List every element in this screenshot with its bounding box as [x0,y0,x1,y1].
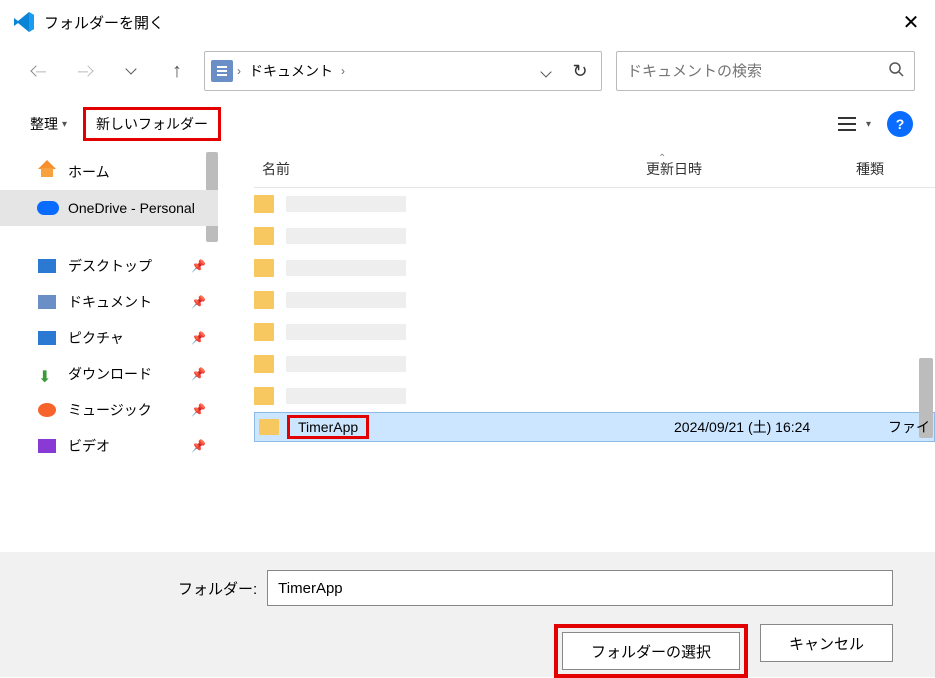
pin-icon: 📌 [191,295,206,309]
refresh-button[interactable]: ↻ [565,61,595,82]
folder-icon [254,387,274,405]
folder-name-input[interactable] [267,570,893,606]
main-area: ホーム OneDrive - Personal デスクトップ 📌 ドキュメント … [0,150,935,552]
column-type[interactable]: 種類 [856,159,935,179]
pin-icon: 📌 [191,439,206,453]
select-folder-button[interactable]: フォルダーの選択 [562,632,740,670]
organize-button[interactable]: 整理 ▾ [22,108,75,140]
folder-icon [254,323,274,341]
help-button[interactable]: ? [887,111,913,137]
sidebar-label: デスクトップ [68,256,152,276]
sidebar-item-desktop[interactable]: デスクトップ 📌 [0,248,218,284]
pictures-icon [38,331,56,345]
music-icon [38,403,56,417]
downloads-icon: ⬇ [38,367,56,381]
new-folder-button[interactable]: 新しいフォルダー [83,107,221,141]
window-title: フォルダーを開く [44,12,164,33]
file-row[interactable] [254,316,935,348]
column-date[interactable]: 更新日時 [646,159,856,179]
sidebar-item-downloads[interactable]: ⬇ ダウンロード 📌 [0,356,218,392]
cancel-button[interactable]: キャンセル [760,624,893,662]
sidebar-item-home[interactable]: ホーム [0,154,218,190]
folder-icon [259,419,279,435]
navbar: ─ ─ ↑ › ドキュメント › ↻ [0,44,935,98]
sidebar-item-pictures[interactable]: ピクチャ 📌 [0,320,218,356]
chevron-right-icon: › [237,64,241,78]
file-list: ⌃ 名前 更新日時 種類 TimerApp 2024/09/21 (土) 16:… [218,150,935,552]
sidebar-item-videos[interactable]: ビデオ 📌 [0,428,218,464]
file-row[interactable] [254,380,935,412]
folder-label: フォルダー: [178,578,257,599]
sidebar-item-documents[interactable]: ドキュメント 📌 [0,284,218,320]
chevron-right-icon: › [341,64,345,78]
file-row-selected[interactable]: TimerApp 2024/09/21 (土) 16:24 ファイ [254,412,935,442]
search-input[interactable] [627,63,888,80]
file-name: TimerApp [298,419,358,435]
document-icon [211,60,233,82]
sidebar-label: ピクチャ [68,328,124,348]
footer: フォルダー: フォルダーの選択 キャンセル [0,552,935,677]
sidebar-item-music[interactable]: ミュージック 📌 [0,392,218,428]
pin-icon: 📌 [191,367,206,381]
onedrive-icon [37,201,59,215]
folder-icon [254,195,274,213]
folder-icon [254,227,274,245]
pin-icon: 📌 [191,403,206,417]
column-name[interactable]: 名前 [254,159,646,179]
file-list-body: TimerApp 2024/09/21 (土) 16:24 ファイ [254,188,935,508]
document-icon [38,295,56,309]
sidebar-label: ミュージック [68,400,152,420]
file-list-header: 名前 更新日時 種類 [254,150,935,188]
sidebar: ホーム OneDrive - Personal デスクトップ 📌 ドキュメント … [0,150,218,552]
back-button[interactable]: ─ [20,52,58,90]
new-folder-label: 新しいフォルダー [96,114,208,134]
folder-icon [254,291,274,309]
forward-button[interactable]: ─ [66,52,104,90]
sidebar-label: ドキュメント [68,292,152,312]
view-options-button[interactable]: ▾ [828,109,879,139]
path-segment[interactable]: ドキュメント [245,59,337,83]
search-icon [888,61,904,82]
organize-label: 整理 [30,114,58,134]
close-button[interactable]: ✕ [899,10,923,34]
up-button[interactable]: ↑ [158,52,196,90]
pin-icon: 📌 [191,331,206,345]
folder-icon [254,355,274,373]
videos-icon [38,439,56,453]
file-date: 2024/09/21 (土) 16:24 [674,417,810,437]
button-row: フォルダーの選択 キャンセル [24,624,911,678]
toolbar: 整理 ▾ 新しいフォルダー ▾ ? [0,98,935,150]
file-type: ファイ [888,417,930,437]
sidebar-label: OneDrive - Personal [68,200,195,216]
sidebar-label: ダウンロード [68,364,152,384]
vscode-icon [12,10,36,34]
pin-icon: 📌 [191,259,206,273]
titlebar: フォルダーを開く ✕ [0,0,935,44]
sort-indicator-icon[interactable]: ⌃ [658,153,666,164]
desktop-icon [38,259,56,273]
recent-dropdown[interactable] [112,52,150,90]
file-row[interactable] [254,220,935,252]
sidebar-item-onedrive[interactable]: OneDrive - Personal [0,190,218,226]
file-row[interactable] [254,284,935,316]
sidebar-label: ホーム [68,162,110,182]
folder-input-row: フォルダー: [24,570,911,606]
folder-icon [254,259,274,277]
search-box[interactable] [616,51,915,91]
file-row[interactable] [254,188,935,220]
file-row[interactable] [254,252,935,284]
path-dropdown[interactable] [531,63,561,79]
file-row[interactable] [254,348,935,380]
home-icon [38,160,56,169]
path-bar[interactable]: › ドキュメント › ↻ [204,51,602,91]
sidebar-label: ビデオ [68,436,110,456]
